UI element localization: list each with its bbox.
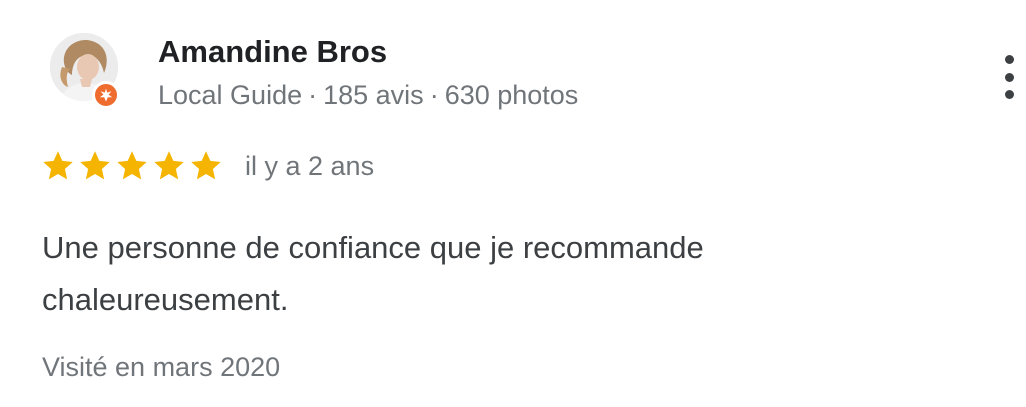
author-photos-count: 630 photos	[444, 80, 579, 110]
star-burst-icon	[99, 88, 113, 102]
rating-row: il y a 2 ans	[40, 148, 374, 184]
star-icon	[154, 151, 184, 180]
meta-separator: ·	[429, 80, 439, 110]
star-icon	[117, 151, 147, 180]
more-dot	[1004, 72, 1014, 82]
review-card: Amandine Bros Local Guide · 185 avis · 630 p…	[0, 0, 1026, 407]
review-time: il y a 2 ans	[245, 150, 375, 181]
star-icon	[80, 151, 110, 180]
more-options-icon[interactable]	[994, 52, 1024, 102]
meta-separator: ·	[308, 80, 318, 110]
author-avatar-wrap[interactable]	[50, 33, 126, 117]
more-dot	[1004, 55, 1014, 64]
author-meta: Local Guide · 185 avis · 630 photos	[158, 80, 578, 111]
local-guide-badge-icon	[92, 81, 120, 109]
star-icon	[191, 151, 221, 180]
star-icon	[43, 151, 73, 180]
visit-date: Visité en mars 2020	[42, 352, 281, 382]
review-text: Une personne de confiance que je recomma…	[42, 230, 704, 317]
author-name[interactable]: Amandine Bros	[158, 34, 387, 70]
more-dot	[1004, 90, 1014, 99]
star-rating	[40, 148, 225, 184]
author-level: Local Guide	[158, 80, 303, 110]
author-reviews-count: 185 avis	[323, 80, 424, 110]
